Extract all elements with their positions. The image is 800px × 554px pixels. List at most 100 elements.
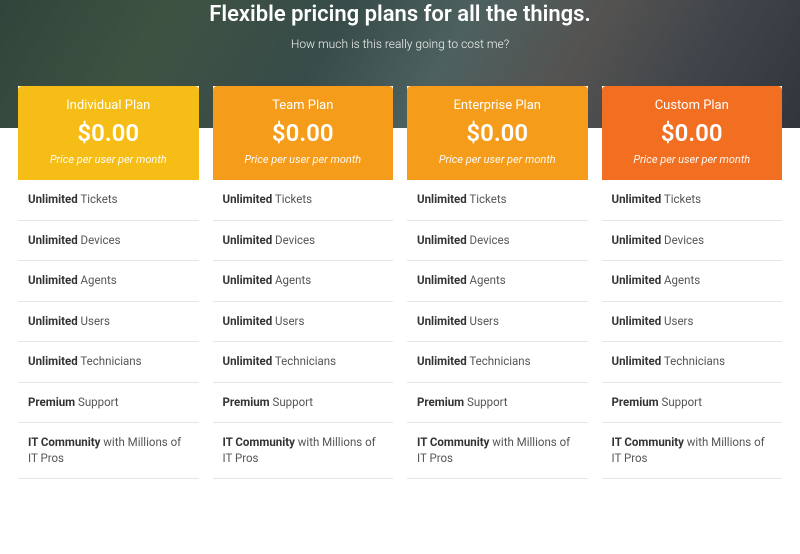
plan-name: Team Plan: [219, 98, 388, 113]
feature-bold: Unlimited: [28, 354, 78, 368]
feature-item: IT Community with Millions of IT Pros: [18, 423, 199, 479]
feature-bold: Unlimited: [417, 314, 467, 328]
feature-item: Unlimited Agents: [602, 261, 783, 302]
feature-list: Unlimited TicketsUnlimited DevicesUnlimi…: [602, 180, 783, 479]
feature-bold: Unlimited: [223, 273, 273, 287]
feature-rest: Support: [75, 395, 118, 409]
feature-bold: Premium: [28, 395, 75, 409]
feature-rest: Support: [659, 395, 702, 409]
plan-note: Price per user per month: [413, 153, 582, 166]
feature-bold: Premium: [417, 395, 464, 409]
feature-item: Unlimited Technicians: [213, 342, 394, 383]
plan-note: Price per user per month: [24, 153, 193, 166]
feature-item: Unlimited Tickets: [18, 180, 199, 221]
feature-item: Unlimited Devices: [213, 221, 394, 262]
feature-item: Premium Support: [407, 383, 588, 424]
feature-rest: Devices: [661, 233, 704, 247]
feature-item: IT Community with Millions of IT Pros: [602, 423, 783, 479]
plan-price: $0.00: [608, 119, 777, 147]
feature-list: Unlimited TicketsUnlimited DevicesUnlimi…: [407, 180, 588, 479]
feature-rest: Tickets: [78, 192, 118, 206]
feature-rest: Users: [272, 314, 304, 328]
feature-item: IT Community with Millions of IT Pros: [213, 423, 394, 479]
feature-bold: Unlimited: [28, 192, 78, 206]
feature-item: Unlimited Tickets: [213, 180, 394, 221]
feature-bold: Unlimited: [223, 354, 273, 368]
feature-rest: Technicians: [467, 354, 531, 368]
plan-name: Individual Plan: [24, 98, 193, 113]
feature-rest: Agents: [78, 273, 117, 287]
feature-item: Unlimited Agents: [213, 261, 394, 302]
feature-item: Unlimited Devices: [18, 221, 199, 262]
feature-rest: Technicians: [272, 354, 336, 368]
feature-bold: IT Community: [223, 435, 295, 449]
feature-rest: Devices: [272, 233, 315, 247]
plan-note: Price per user per month: [608, 153, 777, 166]
feature-item: Unlimited Users: [602, 302, 783, 343]
plan-header: Custom Plan $0.00 Price per user per month: [602, 86, 783, 180]
feature-item: Unlimited Technicians: [18, 342, 199, 383]
feature-bold: Unlimited: [417, 354, 467, 368]
feature-rest: Agents: [272, 273, 311, 287]
feature-bold: Unlimited: [612, 273, 662, 287]
plan-name: Custom Plan: [608, 98, 777, 113]
feature-bold: Unlimited: [28, 314, 78, 328]
plan-header: Enterprise Plan $0.00 Price per user per m…: [407, 86, 588, 180]
feature-bold: Unlimited: [223, 192, 273, 206]
feature-rest: Users: [467, 314, 499, 328]
feature-bold: IT Community: [28, 435, 100, 449]
feature-item: Premium Support: [213, 383, 394, 424]
feature-bold: Premium: [223, 395, 270, 409]
pricing-plan: Individual Plan $0.00 Price per user per m…: [18, 86, 199, 479]
feature-item: IT Community with Millions of IT Pros: [407, 423, 588, 479]
feature-bold: Unlimited: [612, 314, 662, 328]
feature-bold: Unlimited: [612, 233, 662, 247]
feature-bold: IT Community: [612, 435, 684, 449]
pricing-plan: Enterprise Plan $0.00 Price per user per m…: [407, 86, 588, 479]
plan-note: Price per user per month: [219, 153, 388, 166]
feature-bold: IT Community: [417, 435, 489, 449]
feature-bold: Unlimited: [28, 273, 78, 287]
feature-rest: Devices: [78, 233, 121, 247]
feature-rest: Users: [78, 314, 110, 328]
page-subtitle: How much is this really going to cost me…: [0, 37, 800, 51]
plan-header: Individual Plan $0.00 Price per user per m…: [18, 86, 199, 180]
feature-item: Unlimited Technicians: [602, 342, 783, 383]
feature-item: Premium Support: [602, 383, 783, 424]
feature-bold: Unlimited: [223, 233, 273, 247]
page-title: Flexible pricing plans for all the thing…: [0, 2, 800, 27]
feature-bold: Unlimited: [612, 192, 662, 206]
feature-rest: Agents: [661, 273, 700, 287]
feature-bold: Unlimited: [28, 233, 78, 247]
feature-rest: Tickets: [661, 192, 701, 206]
pricing-plan: Custom Plan $0.00 Price per user per month…: [602, 86, 783, 479]
plan-price: $0.00: [219, 119, 388, 147]
feature-rest: Tickets: [467, 192, 507, 206]
feature-bold: Unlimited: [417, 233, 467, 247]
feature-item: Unlimited Agents: [407, 261, 588, 302]
feature-rest: Technicians: [661, 354, 725, 368]
plan-price: $0.00: [24, 119, 193, 147]
feature-bold: Unlimited: [417, 273, 467, 287]
feature-bold: Unlimited: [612, 354, 662, 368]
feature-item: Unlimited Tickets: [602, 180, 783, 221]
feature-item: Unlimited Agents: [18, 261, 199, 302]
plan-header: Team Plan $0.00 Price per user per month: [213, 86, 394, 180]
feature-item: Unlimited Devices: [602, 221, 783, 262]
feature-item: Unlimited Tickets: [407, 180, 588, 221]
feature-bold: Premium: [612, 395, 659, 409]
feature-rest: Technicians: [78, 354, 142, 368]
feature-rest: Users: [661, 314, 693, 328]
feature-item: Unlimited Users: [213, 302, 394, 343]
plan-name: Enterprise Plan: [413, 98, 582, 113]
feature-item: Unlimited Users: [407, 302, 588, 343]
pricing-plan: Team Plan $0.00 Price per user per month Un…: [213, 86, 394, 479]
feature-item: Unlimited Technicians: [407, 342, 588, 383]
plan-price: $0.00: [413, 119, 582, 147]
feature-rest: Tickets: [272, 192, 312, 206]
feature-list: Unlimited TicketsUnlimited DevicesUnlimi…: [18, 180, 199, 479]
feature-item: Unlimited Users: [18, 302, 199, 343]
feature-bold: Unlimited: [417, 192, 467, 206]
feature-bold: Unlimited: [223, 314, 273, 328]
pricing-plans: Individual Plan $0.00 Price per user per m…: [0, 86, 800, 479]
